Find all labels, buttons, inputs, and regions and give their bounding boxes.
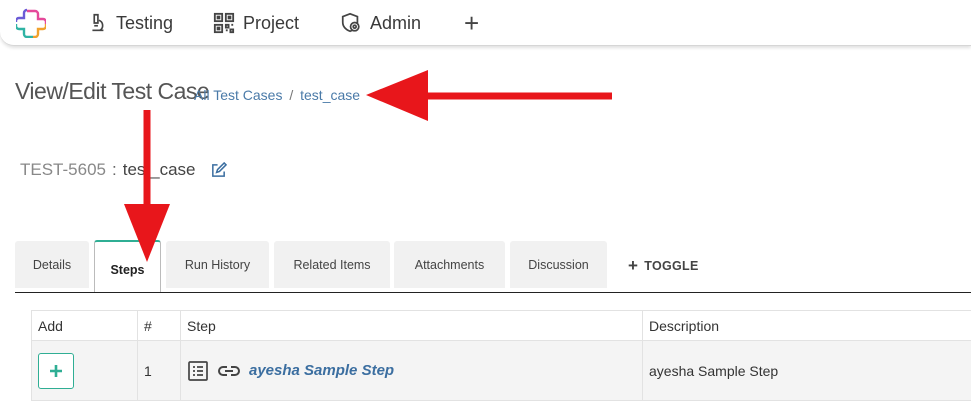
qr-grid-icon [213,12,235,34]
steps-table: Add # Step Description 1 ayesha Sample S… [31,310,971,401]
page-title: View/Edit Test Case [15,78,210,104]
column-header-step: Step [180,310,643,341]
app-logo-icon[interactable] [16,8,46,38]
test-case-id: TEST-5605 [20,160,106,179]
edit-icon[interactable] [210,161,227,179]
column-header-description: Description [642,310,971,341]
nav-admin[interactable]: Admin [340,9,421,37]
tab-attachments[interactable]: Attachments [394,241,505,288]
column-header-add: Add [31,310,138,341]
nav-testing[interactable]: Testing [86,9,173,37]
arrow-to-breadcrumb [366,70,612,121]
breadcrumb-all-test-cases[interactable]: All Test Cases [194,87,282,103]
add-new-button[interactable]: + [464,7,480,38]
test-case-colon: : [112,160,117,179]
column-header-number: # [137,310,181,341]
tab-related-items[interactable]: Related Items [274,241,390,288]
plus-icon: + [628,256,639,275]
tab-run-history[interactable]: Run History [166,241,269,288]
step-cell: ayesha Sample Step [180,340,643,401]
breadcrumb: All Test Cases / test_case [194,87,360,103]
list-details-icon[interactable] [187,360,209,382]
toggle-button[interactable]: + TOGGLE [628,256,699,276]
nav-project-label: Project [243,12,300,33]
plus-icon: + [464,7,480,38]
tab-discussion[interactable]: Discussion [510,241,607,288]
link-icon[interactable] [217,360,241,382]
test-case-heading: TEST-5605 : test_case [20,160,227,180]
test-case-name: test_case [122,160,196,179]
step-link[interactable]: ayesha Sample Step [249,362,394,379]
tab-run-history-label: Run History [184,257,251,272]
tabs-divider [15,292,971,293]
microscope-icon [92,13,104,32]
top-navigation-bar: Testing Project Admin + [0,0,971,46]
tab-details[interactable]: Details [15,241,89,288]
breadcrumb-separator: / [289,87,294,103]
nav-project[interactable]: Project [213,9,299,37]
nav-testing-label: Testing [116,12,174,33]
plus-icon [50,364,62,377]
add-cell [31,340,138,401]
tab-steps[interactable]: Steps [94,240,161,293]
table-row: 1 ayesha Sample Step ayesha Sample Step [31,340,971,401]
tab-details-label: Details [32,257,72,272]
tab-discussion-label: Discussion [528,257,589,272]
toggle-label: TOGGLE [644,259,699,273]
shield-gear-icon [341,12,360,33]
table-header-row: Add # Step Description [31,310,971,341]
tab-related-items-label: Related Items [293,257,371,272]
step-number: 1 [137,340,181,401]
tab-steps-label: Steps [110,262,145,277]
nav-admin-label: Admin [370,12,422,33]
tab-attachments-label: Attachments [414,257,485,272]
step-description: ayesha Sample Step [642,340,971,401]
breadcrumb-current[interactable]: test_case [300,87,360,103]
add-step-button[interactable] [38,352,74,389]
